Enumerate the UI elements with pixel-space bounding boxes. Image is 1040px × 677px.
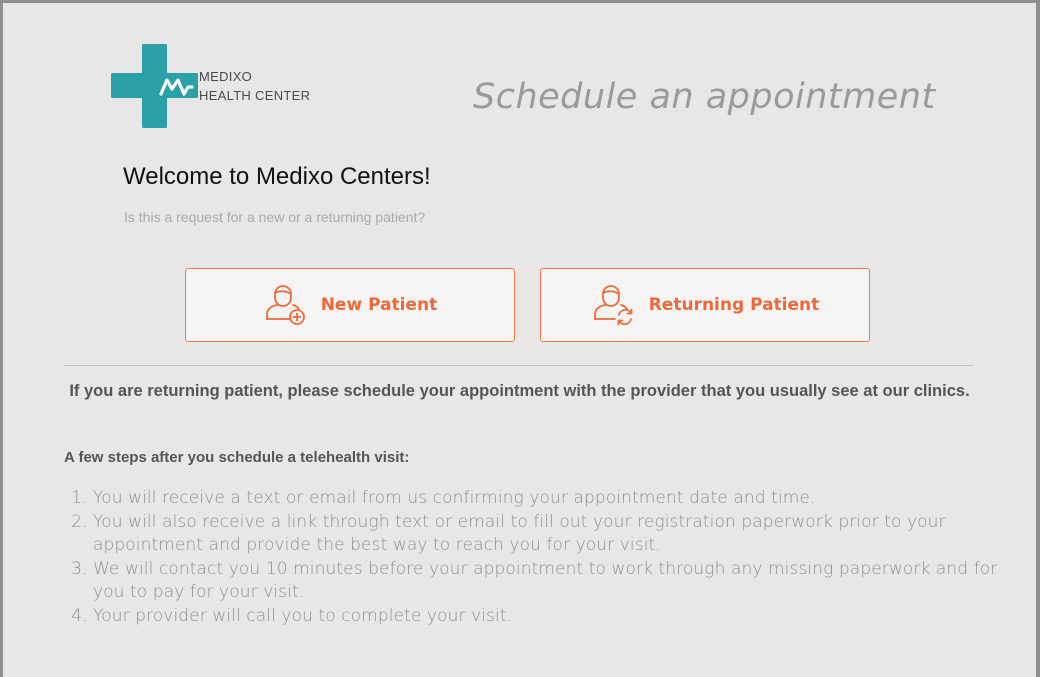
step-item: Your provider will call you to complete … bbox=[93, 605, 1018, 629]
new-patient-label: New Patient bbox=[320, 295, 438, 315]
welcome-heading: Welcome to Medixo Centers! bbox=[123, 163, 431, 190]
returning-patient-button[interactable]: Returning Patient bbox=[540, 268, 870, 342]
patient-type-question: Is this a request for a new or a returni… bbox=[124, 209, 426, 225]
step-item: We will contact you 10 minutes before yo… bbox=[93, 558, 1018, 605]
brand-name: MEDIXO HEALTH CENTER bbox=[199, 67, 310, 105]
brand-name-line2: HEALTH CENTER bbox=[199, 88, 311, 103]
section-divider bbox=[64, 365, 973, 366]
step-item: You will receive a text or email from us… bbox=[93, 487, 1018, 511]
returning-patient-note: If you are returning patient, please sch… bbox=[69, 382, 970, 400]
new-patient-button[interactable]: New Patient bbox=[185, 268, 515, 342]
appointment-panel: MEDIXO HEALTH CENTER Schedule an appoint… bbox=[3, 3, 1036, 677]
user-refresh-icon bbox=[593, 285, 633, 326]
page-title: Schedule an appointment bbox=[473, 77, 936, 117]
user-add-icon bbox=[265, 285, 305, 325]
step-item: You will also receive a link through tex… bbox=[93, 511, 1018, 558]
steps-heading: A few steps after you schedule a telehea… bbox=[64, 449, 410, 466]
returning-patient-label: Returning Patient bbox=[648, 295, 820, 315]
steps-list: You will receive a text or email from us… bbox=[64, 487, 1018, 628]
brand-name-line1: MEDIXO bbox=[199, 69, 253, 84]
